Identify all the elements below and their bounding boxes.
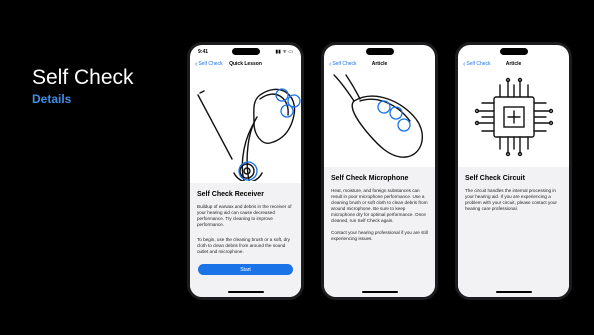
notch	[365, 48, 394, 55]
hearing-aid-icon	[197, 88, 301, 192]
content-paragraph: Buildup of earwax and debris in the rece…	[197, 204, 292, 227]
home-indicator	[227, 291, 264, 293]
content-paragraph: To begin, use the cleaning brush or a so…	[197, 237, 290, 254]
content-heading: Self Check Microphone	[331, 175, 409, 182]
phone-circuit: ‹ Self Check Article Self Check Circuit …	[455, 42, 572, 300]
phone-microphone: ‹ Self Check Article Self Check Micropho…	[321, 42, 438, 300]
nav-title: Article	[505, 61, 522, 67]
content-panel: Self Check Circuit The circuit handles t…	[458, 167, 569, 297]
content-paragraph: Contact your hearing professional if you…	[331, 230, 428, 241]
notch	[499, 48, 528, 55]
slide-subtitle: Details	[32, 92, 72, 106]
phone-receiver: 9:41 ▮▮ ᯤ ▭ ‹ Self Check Quick Lesson Se…	[187, 42, 304, 300]
phone-screen: 9:41 ▮▮ ᯤ ▭ ‹ Self Check Quick Lesson Se…	[190, 45, 301, 297]
nav-bar: ‹ Self Check Quick Lesson	[190, 59, 301, 71]
phone-screen: ‹ Self Check Article Self Check Circuit …	[458, 45, 569, 297]
content-paragraph: The circuit handles the internal process…	[465, 188, 557, 211]
notch	[231, 48, 260, 55]
content-paragraph: Heat, moisture, and foreign substances c…	[331, 188, 428, 223]
nav-title: Quick Lesson	[229, 61, 262, 67]
hearing-aid-icon	[333, 74, 424, 158]
nav-title: Article	[371, 61, 388, 67]
content-heading: Self Check Circuit	[465, 175, 525, 182]
status-icons: ▮▮ ᯤ ▭	[275, 49, 293, 55]
content-panel: Self Check Microphone Heat, moisture, an…	[324, 167, 435, 297]
chip-icon	[474, 77, 554, 157]
content-heading: Self Check Receiver	[197, 191, 264, 198]
home-indicator	[495, 291, 532, 293]
status-time: 9:41	[198, 49, 209, 55]
hearing-aid-receiver-illustration	[190, 73, 301, 192]
phone-screen: ‹ Self Check Article Self Check Micropho…	[324, 45, 435, 297]
content-panel: Self Check Receiver Buildup of earwax an…	[190, 183, 301, 297]
slide-title: Self Check	[32, 66, 134, 89]
nav-bar: ‹ Self Check Article	[324, 59, 435, 71]
start-button[interactable]: Start	[198, 264, 293, 275]
home-indicator	[361, 291, 398, 293]
nav-bar: ‹ Self Check Article	[458, 59, 569, 71]
circuit-illustration	[458, 71, 569, 167]
hearing-aid-microphone-illustration	[324, 71, 435, 167]
